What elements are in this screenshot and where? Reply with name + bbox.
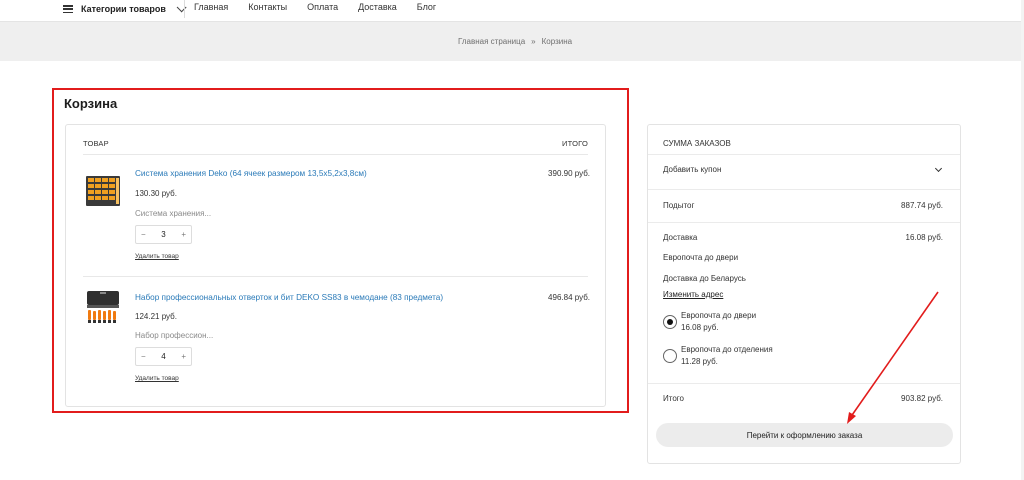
quantity-stepper: − 4 + [135,347,192,366]
order-summary: СУММА ЗАКАЗОВ Добавить купон Подытог 887… [647,124,961,464]
quantity-input[interactable]: 3 [161,230,165,239]
cart-item: Набор профессиональных отверток и бит DE… [66,277,607,397]
quantity-input[interactable]: 4 [161,352,165,361]
shipping-row: Доставка 16.08 руб. [663,233,943,242]
nav-link-blog[interactable]: Блог [417,2,436,12]
total-value: 903.82 руб. [901,394,943,403]
storage-organizer-image[interactable] [84,173,122,209]
summary-title: СУММА ЗАКАЗОВ [663,139,731,148]
checkout-button[interactable]: Перейти к оформлению заказа [656,423,953,447]
shipping-option-branch: Европочта до отделения 11.28 руб. [681,344,773,368]
total-row: Итого 903.82 руб. [663,394,943,403]
remove-item-link[interactable]: Удалить товар [135,253,179,260]
product-subtitle: Набор профессион... [135,331,214,340]
column-header-product: ТОВАР [83,139,109,148]
shipping-destination: Доставка до Беларусь [663,274,746,283]
chevron-down-icon [934,164,943,173]
summary-divider [648,154,960,155]
nav-links: Главная Контакты Оплата Доставка Блог [194,2,456,12]
line-total: 390.90 руб. [548,169,590,178]
breadcrumb: Главная страница » Корзина [458,37,572,46]
shipping-option-branch-radio[interactable] [663,349,677,363]
decrease-button[interactable]: − [141,352,146,361]
line-total: 496.84 руб. [548,293,590,302]
menu-icon [63,5,73,13]
nav-divider [184,0,185,18]
quantity-stepper: − 3 + [135,225,192,244]
option-price: 11.28 руб. [681,357,718,366]
cart-item: Система хранения Deko (64 ячеек размером… [66,155,607,275]
screwdriver-set-image[interactable] [84,289,122,325]
coupon-toggle[interactable]: Добавить купон [663,164,943,174]
categories-label: Категории товаров [81,4,166,14]
chevron-down-icon [176,1,187,12]
shipping-option-door: Европочта до двери 16.08 руб. [681,310,756,334]
summary-divider [648,383,960,384]
subtotal-label: Подытог [663,201,695,210]
breadcrumb-home[interactable]: Главная страница [458,37,525,46]
summary-divider [648,222,960,223]
shipping-option-door-radio[interactable] [663,315,677,329]
categories-menu[interactable]: Категории товаров [63,1,187,16]
increase-button[interactable]: + [181,352,186,361]
unit-price: 124.21 руб. [135,312,177,321]
nav-link-contacts[interactable]: Контакты [248,2,287,12]
summary-divider [648,189,960,190]
shipping-method: Европочта до двери [663,253,739,262]
product-link[interactable]: Система хранения Deko (64 ячеек размером… [135,169,367,178]
increase-button[interactable]: + [181,230,186,239]
nav-link-delivery[interactable]: Доставка [358,2,397,12]
shipping-value: 16.08 руб. [905,233,944,242]
option-label: Европочта до отделения [681,345,773,354]
page-title: Корзина [64,96,118,111]
nav-link-payment[interactable]: Оплата [307,2,338,12]
remove-item-link[interactable]: Удалить товар [135,375,179,382]
breadcrumb-current: Корзина [541,37,573,46]
option-label: Европочта до двери [681,311,757,320]
coupon-label: Добавить купон [663,165,722,174]
subtotal-value: 887.74 руб. [901,201,943,210]
product-link[interactable]: Набор профессиональных отверток и бит DE… [135,293,443,302]
top-navigation: Категории товаров Главная Контакты Оплат… [0,0,1024,20]
nav-link-home[interactable]: Главная [194,2,228,12]
option-price: 16.08 руб. [681,323,719,332]
decrease-button[interactable]: − [141,230,146,239]
cart-table: ТОВАР ИТОГО Система хранения Deko (64 яч… [65,124,606,407]
total-label: Итого [663,394,684,403]
breadcrumb-separator: » [531,37,536,46]
column-header-total: ИТОГО [562,139,588,148]
shipping-label: Доставка [663,233,698,242]
change-address-link[interactable]: Изменить адрес [663,290,723,299]
product-subtitle: Система хранения... [135,209,212,218]
subtotal-row: Подытог 887.74 руб. [663,201,943,210]
unit-price: 130.30 руб. [135,189,177,198]
breadcrumb-band: Главная страница » Корзина [0,21,1021,61]
